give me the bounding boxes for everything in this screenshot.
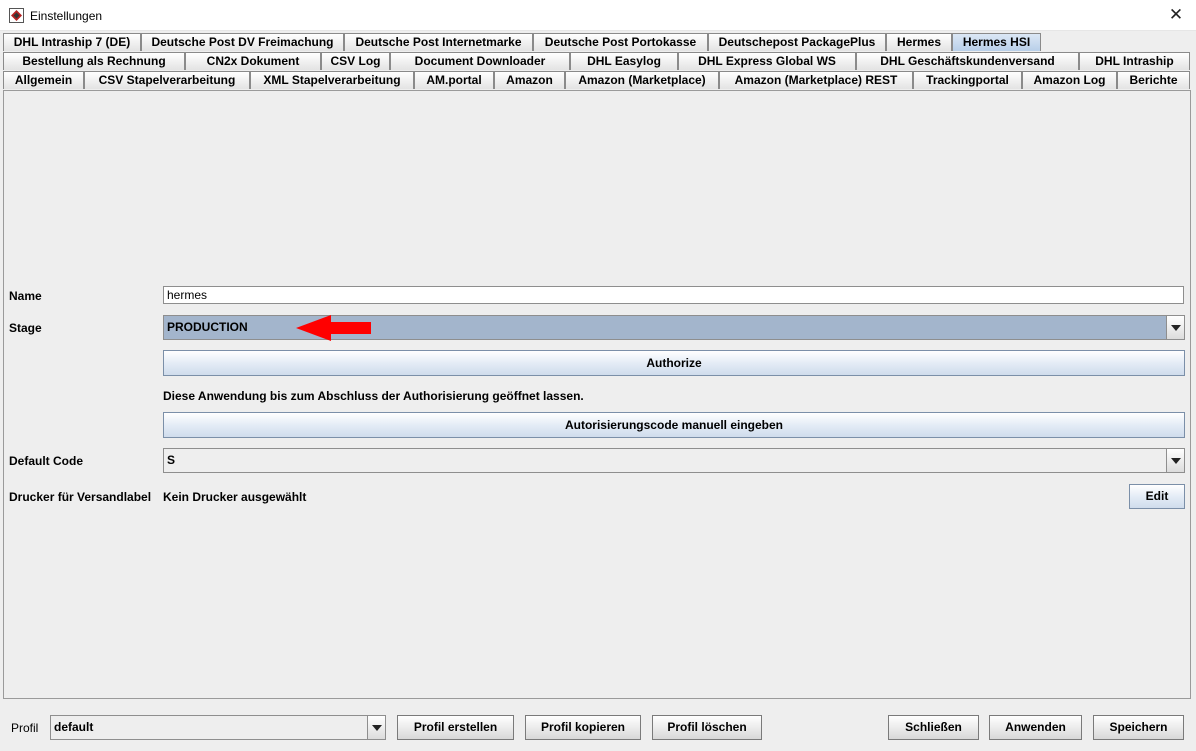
tab-amazon-log[interactable]: Amazon Log bbox=[1022, 71, 1117, 89]
printer-value: Kein Drucker ausgewählt bbox=[163, 490, 307, 504]
tab-dhl-express-global-ws[interactable]: DHL Express Global WS bbox=[678, 52, 856, 70]
tab-dhl-easylog[interactable]: DHL Easylog bbox=[570, 52, 678, 70]
close-icon[interactable]: ✕ bbox=[1162, 2, 1190, 28]
tab-deutsche-post-internetmarke[interactable]: Deutsche Post Internetmarke bbox=[344, 33, 533, 51]
create-profile-button[interactable]: Profil erstellen bbox=[397, 715, 514, 740]
tab-csv-stapelverarbeitung[interactable]: CSV Stapelverarbeitung bbox=[84, 71, 250, 89]
name-input[interactable]: hermes bbox=[163, 286, 1184, 304]
tab-hermes[interactable]: Hermes bbox=[886, 33, 952, 51]
tab-am-portal[interactable]: AM.portal bbox=[414, 71, 494, 89]
default-code-value: S bbox=[167, 453, 176, 467]
tab-bestellung-als-rechnung[interactable]: Bestellung als Rechnung bbox=[3, 52, 185, 70]
tab-deutsche-post-portokasse[interactable]: Deutsche Post Portokasse bbox=[533, 33, 708, 51]
window-title: Einstellungen bbox=[30, 9, 103, 23]
tab-berichte[interactable]: Berichte bbox=[1117, 71, 1190, 89]
profile-select[interactable]: default bbox=[50, 715, 386, 740]
tab-amazon[interactable]: Amazon bbox=[494, 71, 565, 89]
edit-printer-button[interactable]: Edit bbox=[1129, 484, 1185, 509]
manual-authorization-code-button[interactable]: Autorisierungscode manuell eingeben bbox=[163, 412, 1185, 438]
app-window-icon bbox=[9, 8, 24, 23]
save-button[interactable]: Speichern bbox=[1093, 715, 1184, 740]
authorization-info-text: Diese Anwendung bis zum Abschluss der Au… bbox=[163, 389, 584, 403]
tab-allgemein[interactable]: Allgemein bbox=[3, 71, 84, 89]
tab-dhl-geschaeftskundenversand[interactable]: DHL Geschäftskundenversand bbox=[856, 52, 1079, 70]
default-code-select[interactable]: S bbox=[163, 448, 1185, 473]
red-arrow-annotation bbox=[296, 315, 371, 341]
authorize-button[interactable]: Authorize bbox=[163, 350, 1185, 376]
close-button[interactable]: Schließen bbox=[888, 715, 979, 740]
tab-xml-stapelverarbeitung[interactable]: XML Stapelverarbeitung bbox=[250, 71, 414, 89]
copy-profile-button[interactable]: Profil kopieren bbox=[525, 715, 641, 740]
tab-document-downloader[interactable]: Document Downloader bbox=[390, 52, 570, 70]
tab-amazon-marketplace-rest[interactable]: Amazon (Marketplace) REST bbox=[719, 71, 913, 89]
apply-button[interactable]: Anwenden bbox=[989, 715, 1082, 740]
tab-cn2x-dokument[interactable]: CN2x Dokument bbox=[185, 52, 321, 70]
delete-profile-button[interactable]: Profil löschen bbox=[652, 715, 762, 740]
tab-deutsche-post-dv-freimachung[interactable]: Deutsche Post DV Freimachung bbox=[141, 33, 344, 51]
chevron-down-icon[interactable] bbox=[1166, 449, 1184, 472]
tab-dhl-intraship-7[interactable]: DHL Intraship 7 (DE) bbox=[3, 33, 141, 51]
tab-amazon-marketplace[interactable]: Amazon (Marketplace) bbox=[565, 71, 719, 89]
tab-dhl-intraship[interactable]: DHL Intraship bbox=[1079, 52, 1190, 70]
stage-select-value: PRODUCTION bbox=[167, 320, 248, 334]
tab-hermes-hsi[interactable]: Hermes HSI bbox=[952, 33, 1041, 51]
window-titlebar: Einstellungen ✕ bbox=[0, 0, 1196, 31]
tab-csv-log[interactable]: CSV Log bbox=[321, 52, 390, 70]
chevron-down-icon[interactable] bbox=[367, 716, 385, 739]
tab-deutschepost-packageplus[interactable]: Deutschepost PackagePlus bbox=[708, 33, 886, 51]
printer-label: Drucker für Versandlabel bbox=[9, 490, 152, 504]
profile-label: Profil bbox=[11, 721, 39, 735]
stage-label: Stage bbox=[9, 321, 42, 335]
default-code-label: Default Code bbox=[9, 454, 84, 468]
profile-select-value: default bbox=[54, 720, 94, 734]
chevron-down-icon[interactable] bbox=[1166, 316, 1184, 339]
name-label: Name bbox=[9, 289, 42, 303]
tab-trackingportal[interactable]: Trackingportal bbox=[913, 71, 1022, 89]
